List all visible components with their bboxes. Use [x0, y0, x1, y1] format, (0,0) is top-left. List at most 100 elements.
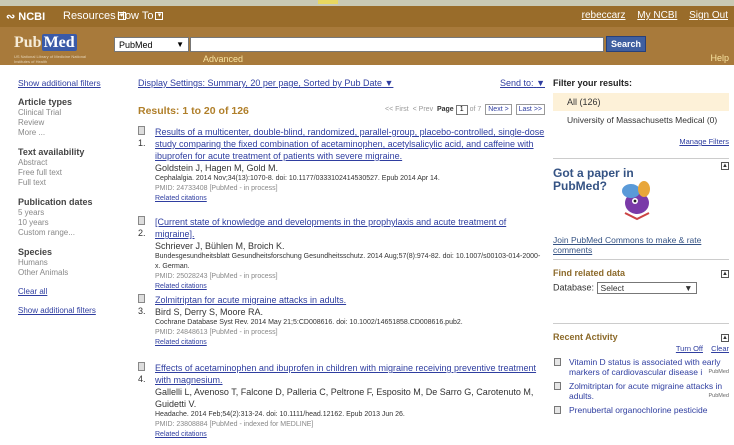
username-link[interactable]: rebeccarz	[582, 10, 626, 21]
commons-heading-line2: PubMed?	[553, 179, 607, 193]
filter-option[interactable]: Review	[18, 118, 118, 128]
my-ncbi-link[interactable]: My NCBI	[637, 10, 677, 21]
document-icon	[554, 406, 561, 414]
result-title-link[interactable]: [Current state of knowledge and developm…	[155, 216, 545, 240]
result-number: 1.	[138, 138, 146, 148]
ncbi-logo-text: NCBI	[18, 11, 46, 23]
results-main: Display Settings: Summary, 20 per page, …	[138, 78, 545, 438]
clear-activity-link[interactable]: Clear	[711, 344, 729, 353]
activity-item[interactable]: Vitamin D status is associated with earl…	[553, 357, 729, 377]
turn-off-link[interactable]: Turn Off	[676, 344, 703, 353]
result-source: Cochrane Database Syst Rev. 2014 May 21;…	[155, 319, 463, 326]
filter-group-heading: Text availability	[18, 147, 85, 157]
ncbi-logo[interactable]: ∾ NCBI	[6, 10, 45, 23]
result-source: Headache. 2014 Feb;54(2):313-24. doi: 10…	[155, 411, 405, 418]
document-icon	[138, 216, 145, 225]
related-citations-link[interactable]: Related citations	[155, 194, 545, 204]
ncbi-top-bar: ∾ NCBI Resources ▾ How To ▾ rebeccarz My N…	[0, 6, 734, 27]
send-to-link[interactable]: Send to: ▼	[500, 78, 545, 88]
display-bar: Display Settings: Summary, 20 per page, …	[138, 78, 545, 90]
database-select[interactable]: PubMed ▼	[114, 37, 189, 52]
related-citations-link[interactable]: Related citations	[155, 282, 545, 292]
related-citations-link[interactable]: Related citations	[155, 338, 545, 348]
filter-all[interactable]: All (126)	[553, 93, 729, 111]
recent-activity-box: ▲ Recent Activity Turn Off Clear Vitamin…	[553, 323, 729, 415]
last-page-button[interactable]: Last >>	[515, 104, 545, 115]
filter-option[interactable]: Custom range...	[18, 228, 118, 238]
advanced-link[interactable]: Advanced	[203, 54, 243, 64]
filter-group-publication-dates: Publication dates 5 years 10 years Custo…	[18, 197, 118, 238]
filter-option[interactable]: 5 years	[18, 208, 118, 218]
filter-group-text-availability: Text availability Abstract Free full tex…	[18, 147, 118, 188]
results-bar: Results: 1 to 20 of 126 << First < Prev …	[138, 104, 545, 124]
activity-text: Prenubertal organochlorine pesticide	[569, 405, 708, 415]
search-input[interactable]	[190, 37, 604, 52]
find-related-data-box: ▲ Find related data Database: Select ▼	[553, 259, 729, 323]
logo-text-pub: Pub	[14, 34, 42, 51]
filter-option[interactable]: Abstract	[18, 158, 118, 168]
manage-filters-link[interactable]: Manage Filters	[553, 137, 729, 146]
filter-option[interactable]: Clinical Trial	[18, 108, 118, 118]
result-number: 3.	[138, 306, 146, 316]
collapse-icon[interactable]: ▲	[721, 162, 729, 170]
prev-page-link[interactable]: < Prev	[413, 106, 433, 113]
activity-item[interactable]: Zolmitriptan for acute migraine attacks …	[553, 381, 729, 401]
filter-option[interactable]: Full text	[18, 178, 118, 188]
sign-out-link[interactable]: Sign Out	[689, 10, 728, 21]
database-row: Database: Select ▼	[553, 282, 729, 294]
related-citations-link[interactable]: Related citations	[155, 430, 545, 440]
chevron-down-icon: ▼	[536, 78, 545, 88]
recent-activity-heading: Recent Activity	[553, 332, 618, 342]
activity-text: Vitamin D status is associated with earl…	[569, 357, 721, 377]
result-item: 4. Effects of acetaminophen and ibuprofe…	[138, 362, 545, 440]
filter-option[interactable]: Humans	[18, 258, 118, 268]
highlight-marker	[318, 0, 338, 4]
first-page-link[interactable]: << First	[385, 106, 409, 113]
filter-umass[interactable]: University of Massachusetts Medical (0)	[553, 111, 729, 125]
result-pmid: PMID: 24733408 [PubMed - in process]	[155, 185, 278, 192]
page-total: of 7	[469, 106, 482, 113]
filter-option[interactable]: More ...	[18, 128, 118, 138]
howto-label: How To	[117, 10, 154, 22]
howto-menu[interactable]: How To ▾	[117, 10, 164, 22]
pager: << First < Prev Page 1 of 7 Next > Last …	[385, 104, 545, 115]
filter-option[interactable]: Free full text	[18, 168, 118, 178]
resources-label: Resources	[63, 10, 116, 22]
result-title-link[interactable]: Effects of acetaminophen and ibuprofen i…	[155, 362, 545, 386]
pubmed-commons-box: ▲ Got a paper in PubMed? Join PubMed Comm…	[553, 159, 729, 259]
display-settings-link[interactable]: Display Settings: Summary, 20 per page, …	[138, 78, 393, 88]
help-link[interactable]: Help	[710, 53, 729, 63]
result-title-link[interactable]: Results of a multicenter, double-blind, …	[155, 126, 545, 162]
filter-group-heading: Publication dates	[18, 197, 93, 207]
chevron-down-icon: ▼	[384, 78, 394, 88]
next-page-button[interactable]: Next >	[485, 104, 512, 115]
activity-text: Zolmitriptan for acute migraine attacks …	[569, 381, 723, 401]
result-title-link[interactable]: Zolmitriptan for acute migraine attacks …	[155, 294, 545, 306]
filter-option[interactable]: 10 years	[18, 218, 118, 228]
result-number: 4.	[138, 374, 146, 384]
join-commons-link[interactable]: Join PubMed Commons to make & rate comme…	[553, 235, 718, 255]
account-links: rebeccarz My NCBI Sign Out	[573, 10, 728, 21]
collapse-icon[interactable]: ▲	[721, 270, 729, 278]
results-count: Results: 1 to 20 of 126	[138, 105, 249, 117]
clear-all-link[interactable]: Clear all	[18, 287, 118, 296]
collapse-icon[interactable]: ▲	[721, 334, 729, 342]
result-number: 2.	[138, 228, 146, 238]
chevron-down-icon: ▾	[155, 12, 164, 21]
result-authors: Schriever J, Bühlen M, Broich K.	[155, 241, 285, 251]
show-additional-filters-link[interactable]: Show additional filters	[18, 78, 118, 88]
filter-group-heading: Species	[18, 247, 53, 257]
logo-subtitle: US National Library of Medicine National…	[14, 54, 87, 64]
filter-option[interactable]: Other Animals	[18, 268, 118, 278]
search-button[interactable]: Search	[606, 36, 646, 52]
related-database-select[interactable]: Select ▼	[596, 282, 697, 294]
filter-group-heading: Article types	[18, 97, 73, 107]
result-source: Cephalalgia. 2014 Nov;34(13):1070-8. doi…	[155, 175, 440, 182]
page-number-input[interactable]: 1	[455, 105, 468, 115]
document-icon	[554, 382, 561, 390]
commons-bird-icon	[622, 181, 650, 221]
activity-item[interactable]: Prenubertal organochlorine pesticide	[553, 405, 729, 415]
pubmed-logo[interactable]: Pub Med	[14, 34, 77, 52]
show-additional-filters-link-2[interactable]: Show additional filters	[18, 306, 118, 315]
database-value: PubMed	[119, 40, 153, 50]
